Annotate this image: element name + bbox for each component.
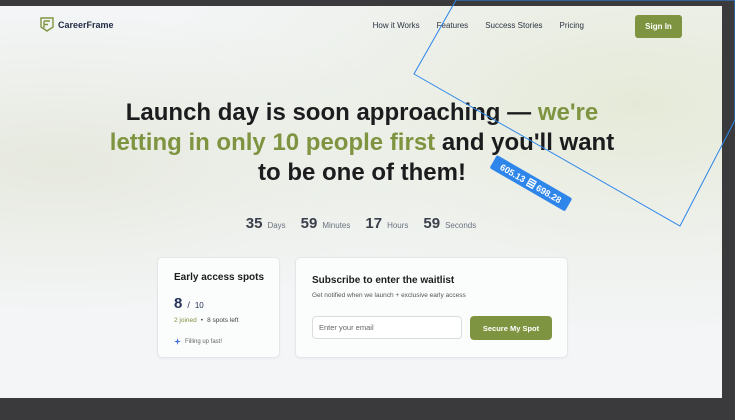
nav-success-stories[interactable]: Success Stories <box>485 21 542 30</box>
logo-mark-icon <box>40 17 54 32</box>
nav-features[interactable]: Features <box>437 21 469 30</box>
email-input[interactable] <box>312 316 462 339</box>
nav-links: How it Works Features Success Stories Pr… <box>373 21 584 30</box>
waitlist-title: Subscribe to enter the waitlist <box>312 275 455 286</box>
early-access-card: Early access spots 8 / 10 2 joined • 8 s… <box>157 257 280 358</box>
nav-pricing[interactable]: Pricing <box>560 21 584 30</box>
countdown-days: 35 Days <box>246 215 286 232</box>
countdown-minutes-label: Minutes <box>322 221 351 230</box>
spots-total: 10 <box>194 301 204 310</box>
countdown-hours-label: Hours <box>387 221 409 230</box>
spots-stats: 2 joined • 8 spots left <box>174 317 239 324</box>
hero-headline: Launch day is soon approaching — we're l… <box>100 98 624 188</box>
spots-counter: 8 / 10 <box>174 295 204 312</box>
countdown-minutes-value: 59 <box>300 215 318 232</box>
top-nav: CareerFrame How it Works Features Succes… <box>0 6 722 48</box>
sparkle-icon <box>174 338 181 345</box>
ruler-icon <box>525 177 537 190</box>
countdown-seconds-value: 59 <box>423 215 441 232</box>
bullet-separator: • <box>200 317 204 324</box>
countdown: 35 Days 59 Minutes 17 Hours 59 Seconds <box>0 215 722 232</box>
page-canvas: CareerFrame How it Works Features Succes… <box>0 6 722 398</box>
brand-name: CareerFrame <box>58 19 114 30</box>
countdown-days-value: 35 <box>245 215 263 232</box>
filling-up-note: Filling up fast! <box>174 338 222 345</box>
spots-separator: / <box>187 300 190 310</box>
countdown-hours-value: 17 <box>365 215 383 232</box>
spots-left: 8 spots left <box>207 317 239 324</box>
countdown-days-label: Days <box>267 221 286 230</box>
secure-my-spot-button[interactable]: Secure My Spot <box>470 316 552 340</box>
countdown-minutes: 59 Minutes <box>301 215 351 232</box>
filling-up-text: Filling up fast! <box>185 338 223 345</box>
headline-part-1: Launch day is soon approaching — <box>125 99 538 126</box>
waitlist-card: Subscribe to enter the waitlist Get noti… <box>295 257 568 358</box>
nav-how-it-works[interactable]: How it Works <box>373 21 420 30</box>
waitlist-subtitle: Get notified when we launch + exclusive … <box>312 292 466 299</box>
countdown-seconds: 59 Seconds <box>423 215 476 232</box>
early-access-title: Early access spots <box>174 272 265 283</box>
spots-current: 8 <box>174 295 183 312</box>
countdown-hours: 17 Hours <box>365 215 408 232</box>
sign-in-button[interactable]: Sign In <box>635 15 682 38</box>
countdown-seconds-label: Seconds <box>445 221 477 230</box>
spots-joined: 2 joined <box>174 317 197 324</box>
logo[interactable]: CareerFrame <box>40 17 114 32</box>
